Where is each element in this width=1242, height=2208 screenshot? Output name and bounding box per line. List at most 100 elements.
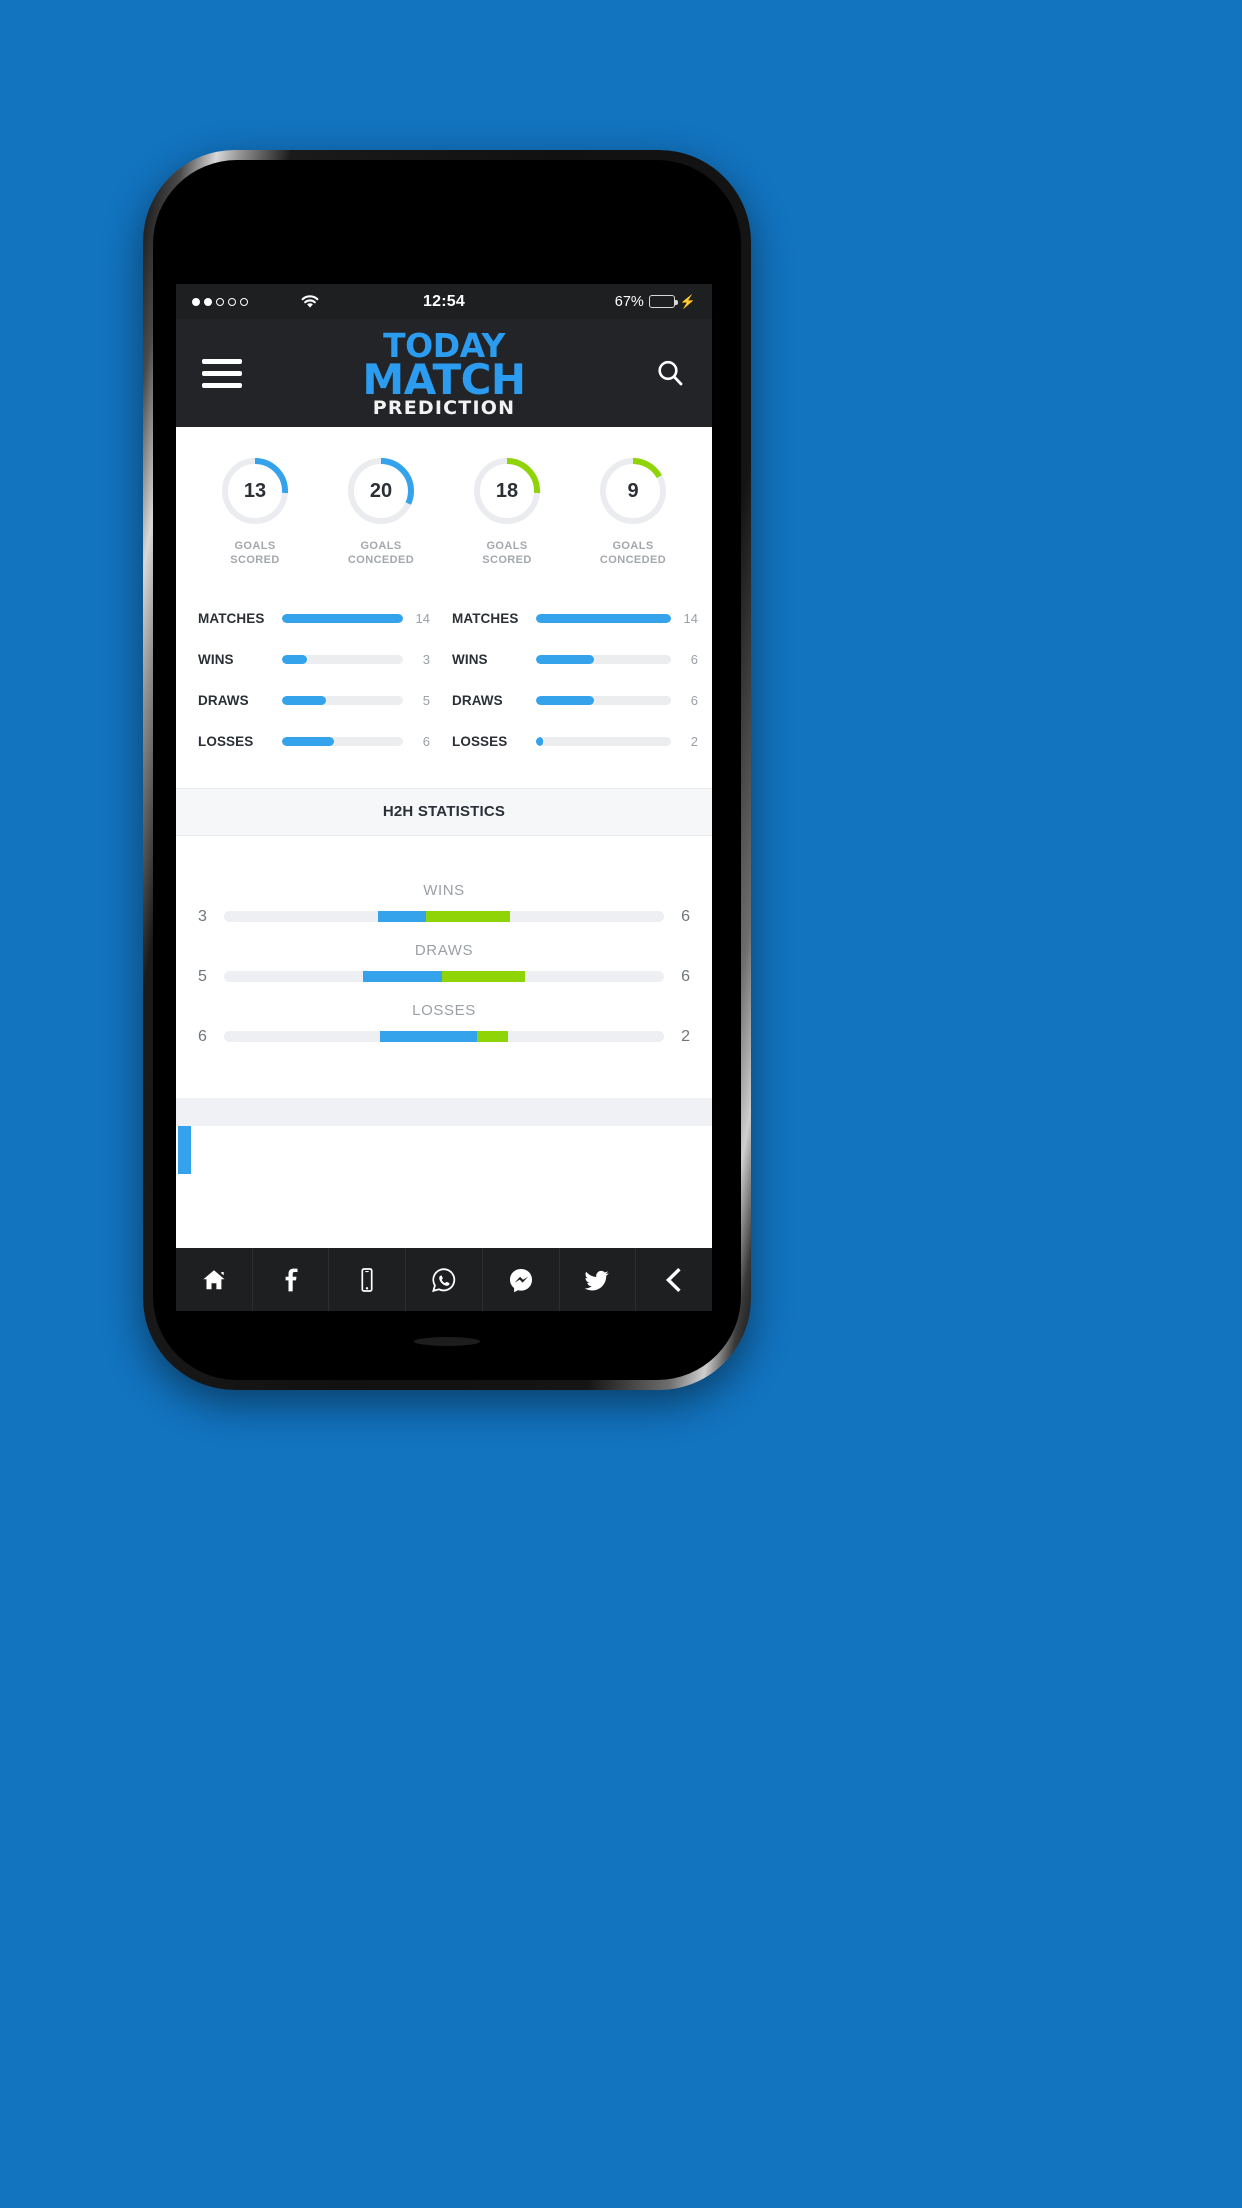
stat-bar-track	[536, 736, 671, 746]
gauge-goals-conceded-home: 20 GOALS CONCEDED	[318, 455, 444, 568]
messenger-icon[interactable]	[483, 1248, 560, 1311]
stat-label: MATCHES	[452, 610, 519, 626]
h2h-left-value: 3	[198, 907, 207, 925]
phone-speaker-grille	[414, 1337, 480, 1346]
gauge-label-line1: GOALS	[486, 540, 528, 552]
h2h-left-value: 6	[198, 1027, 207, 1045]
gauge-goals-conceded-away: 9 GOALS CONCEDED	[570, 455, 696, 568]
logo-line-prediction: PREDICTION	[372, 396, 516, 419]
signal-strength-dots	[192, 297, 248, 306]
gauge-goals-scored-home: 13 GOALS SCORED	[192, 455, 318, 568]
team-stats-column-away: MATCHES 14 WINS 6 DRAWS 6 LOSSES 2	[444, 598, 712, 762]
stat-bar-track	[282, 736, 403, 746]
h2h-right-value: 6	[681, 907, 690, 925]
gauge-ring: 20	[345, 455, 417, 527]
stat-label: LOSSES	[198, 733, 254, 749]
home-icon[interactable]	[176, 1248, 253, 1311]
whatsapp-icon[interactable]	[406, 1248, 483, 1311]
gauge-label-line2: SCORED	[230, 553, 280, 566]
battery-icon	[648, 295, 678, 308]
gauge-label-line2: CONCEDED	[347, 553, 415, 566]
app-logo[interactable]: TODAY MATCH PREDICTION	[362, 329, 526, 419]
gauge-label: GOALS SCORED	[482, 540, 531, 568]
facebook-icon[interactable]	[253, 1248, 330, 1311]
mobile-phone-icon[interactable]	[329, 1248, 407, 1311]
stat-row: MATCHES 14	[452, 598, 698, 639]
gauge-label-line1: GOALS	[612, 540, 654, 552]
h2h-bar-track	[224, 971, 664, 982]
charging-bolt-icon: ⚡	[679, 293, 696, 309]
battery-percentage-label: 67%	[614, 293, 644, 310]
signal-dot	[228, 297, 236, 306]
stat-value: 6	[690, 651, 698, 667]
gauge-goals-scored-away: 18 GOALS SCORED	[444, 455, 570, 568]
signal-dot	[240, 297, 248, 306]
gauge-ring: 18	[471, 455, 543, 527]
h2h-group-label: DRAWS	[414, 941, 474, 959]
stat-label: WINS	[452, 651, 488, 667]
stat-row: WINS 3	[198, 639, 430, 680]
hamburger-icon[interactable]	[202, 358, 242, 388]
stat-label: LOSSES	[452, 733, 508, 749]
h2h-right-value: 6	[681, 967, 690, 985]
h2h-right-value: 2	[681, 1027, 690, 1045]
gauge-value: 20	[369, 479, 393, 502]
h2h-left-value: 5	[198, 967, 207, 985]
h2h-bar-track	[224, 911, 664, 922]
gauge-label-line1: GOALS	[360, 540, 402, 552]
gauge-label: GOALS SCORED	[230, 540, 279, 568]
stat-row: LOSSES 2	[452, 721, 698, 762]
stat-bar-track	[282, 613, 403, 623]
back-chevron-icon[interactable]	[636, 1248, 712, 1311]
scrollbar-indicator[interactable]	[178, 1125, 191, 1174]
gauge-label: GOALS CONCEDED	[348, 540, 414, 568]
goal-gauges-row: 13 GOALS SCORED 20 GOALS CONCEDED 18 GOA…	[176, 427, 712, 588]
team-stats-section: MATCHES 14 WINS 3 DRAWS 5 LOSSES 6 MATCH…	[176, 587, 712, 788]
stat-value: 6	[422, 733, 430, 749]
bottom-navigation-bar	[176, 1248, 712, 1311]
stat-row: DRAWS 6	[452, 680, 698, 721]
gauge-ring: 9	[597, 455, 669, 527]
wifi-icon	[300, 294, 320, 309]
stat-value: 14	[415, 610, 430, 626]
stat-label: DRAWS	[198, 692, 249, 708]
h2h-row: 3 6	[176, 908, 712, 926]
stat-row: DRAWS 5	[198, 680, 430, 721]
stat-bar-track	[536, 613, 671, 623]
stat-bar-track	[536, 695, 671, 705]
h2h-section-title: H2H STATISTICS	[176, 787, 712, 836]
app-header: TODAY MATCH PREDICTION	[176, 319, 712, 427]
stat-value: 14	[683, 610, 698, 626]
stat-label: WINS	[198, 651, 234, 667]
bottom-content-strip	[176, 1125, 712, 1174]
h2h-group-losses: LOSSES 6 2	[176, 1002, 712, 1046]
twitter-icon[interactable]	[560, 1248, 637, 1311]
gauge-label-line1: GOALS	[234, 540, 276, 552]
signal-dot	[192, 297, 200, 306]
signal-dot	[204, 297, 212, 306]
status-bar-right-cluster: 67% ⚡	[615, 294, 696, 310]
logo-line-match: MATCH	[362, 355, 526, 405]
phone-screen: 12:54 67% ⚡ TODAY MATCH PREDICTION 13 GO…	[176, 284, 712, 1248]
stat-row: LOSSES 6	[198, 721, 430, 762]
h2h-row: 5 6	[176, 968, 712, 986]
status-bar: 12:54 67% ⚡	[176, 284, 712, 319]
gauge-value: 13	[243, 479, 267, 502]
section-gap-strip	[176, 1097, 712, 1126]
h2h-group-wins: WINS 3 6	[176, 882, 712, 926]
gauge-label: GOALS CONCEDED	[600, 540, 666, 568]
gauge-ring: 13	[219, 455, 291, 527]
stat-value: 6	[690, 692, 698, 708]
team-stats-column-home: MATCHES 14 WINS 3 DRAWS 5 LOSSES 6	[176, 598, 444, 762]
stat-value: 5	[422, 692, 430, 708]
search-icon[interactable]	[646, 357, 686, 389]
signal-dot	[216, 297, 224, 306]
gauge-value: 18	[495, 479, 519, 502]
h2h-group-label: WINS	[423, 881, 465, 899]
stat-label: DRAWS	[452, 692, 503, 708]
h2h-bar-track	[224, 1031, 664, 1042]
gauge-value: 9	[627, 479, 639, 502]
stat-bar-track	[282, 654, 403, 664]
gauge-label-line2: SCORED	[482, 553, 532, 566]
stat-row: WINS 6	[452, 639, 698, 680]
